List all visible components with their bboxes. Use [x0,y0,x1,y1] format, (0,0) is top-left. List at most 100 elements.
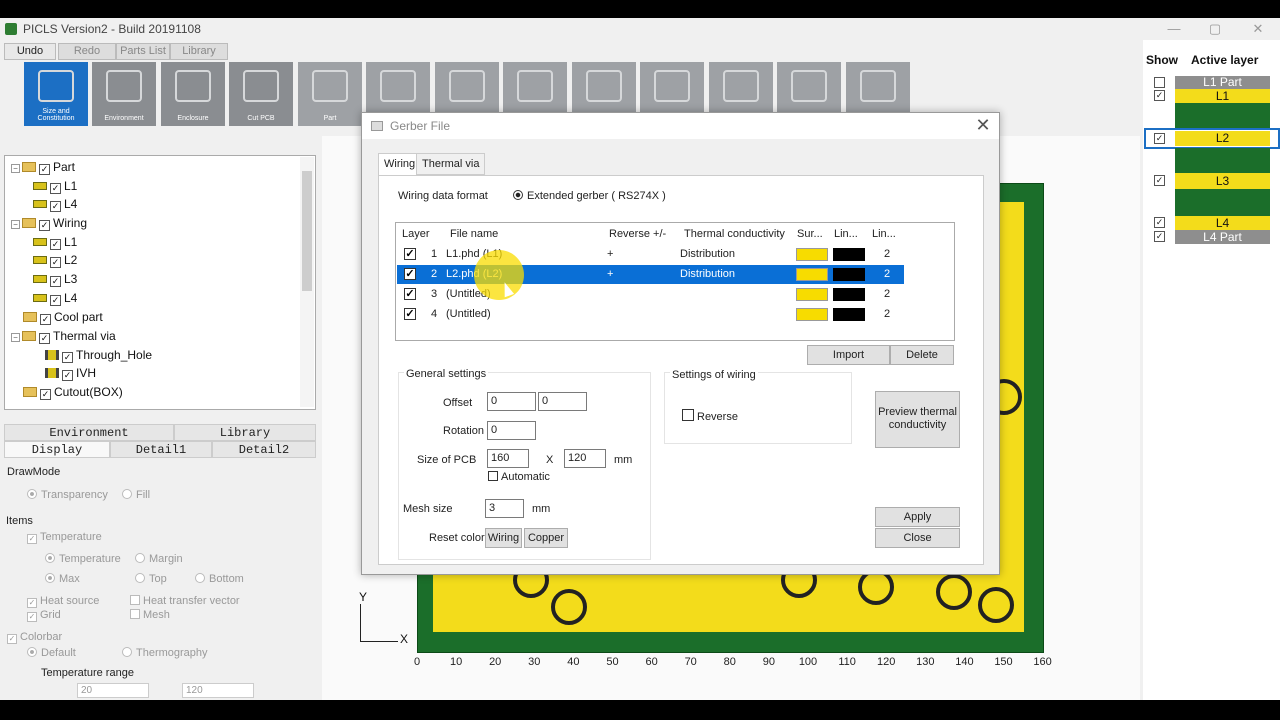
tab-wiring[interactable]: Wiring [378,153,422,176]
checkbox[interactable]: ✓ [50,295,61,306]
tree-item-part[interactable]: − ✓ Part [11,158,75,176]
reverse-checkbox[interactable]: Reverse [682,409,738,423]
surface-color-swatch[interactable] [796,268,828,281]
scrollbar-thumb[interactable] [302,171,312,291]
table-row[interactable]: ✓ 4 (Untitled) 2 [397,305,904,324]
checkbox[interactable]: ✓ [39,164,50,175]
row-checkbox[interactable]: ✓ [404,268,416,280]
row-checkbox[interactable]: ✓ [404,288,416,300]
show-checkbox-l4-part[interactable]: ✓ [1154,231,1165,242]
row-checkbox[interactable]: ✓ [404,308,416,320]
bottom-radio[interactable]: Bottom [195,573,244,585]
fill-radio[interactable]: Fill [122,489,150,501]
checkbox[interactable]: ✓ [50,183,61,194]
offset-x-input[interactable]: 0 [487,392,536,411]
close-button[interactable]: Close [875,528,960,548]
preview-thermal-button[interactable]: Preview thermal conductivity [875,391,960,448]
enclosure-tool[interactable]: Enclosure [161,62,225,126]
checkbox[interactable]: ✓ [40,389,51,400]
transparency-radio[interactable]: Transparency [27,489,108,501]
layer-l4-part[interactable]: L4 Part [1175,230,1270,244]
thermography-radio[interactable]: Thermography [122,647,208,659]
temperature-checkbox[interactable]: ✓ Temperature [27,531,102,544]
range-max-input[interactable]: 120 [182,683,254,698]
library-button[interactable]: Library [170,43,228,60]
tab-detail2[interactable]: Detail2 [212,441,316,458]
colorbar-checkbox[interactable]: ✓ Colorbar [7,631,62,644]
automatic-checkbox[interactable]: Automatic [488,471,550,483]
checkbox[interactable]: ✓ [39,333,50,344]
col-line-color[interactable]: Lin... [834,228,858,240]
tree-item-wiring-l3[interactable]: ✓ L3 [33,270,77,288]
extended-gerber-radio[interactable]: Extended gerber ( RS274X ) [513,190,666,202]
environment-tool[interactable]: Environment [92,62,156,126]
tree-item-wiring-l4[interactable]: ✓ L4 [33,289,77,307]
tree-item-cool-part[interactable]: ✓ Cool part [23,308,103,326]
range-min-input[interactable]: 20 [77,683,149,698]
close-icon[interactable]: ✕ [973,115,993,136]
margin-radio[interactable]: Margin [135,553,183,565]
checkbox[interactable]: ✓ [50,276,61,287]
heat-transfer-checkbox[interactable]: Heat transfer vector [130,595,240,607]
checkbox[interactable]: ✓ [50,239,61,250]
checkbox[interactable]: ✓ [62,370,73,381]
size-constitution-tool[interactable]: Size and Constitution [24,62,88,126]
tab-thermal-via[interactable]: Thermal via [416,153,486,175]
tab-detail1[interactable]: Detail1 [110,441,212,458]
tree-scrollbar[interactable] [300,157,314,407]
default-radio[interactable]: Default [27,647,76,659]
grid-checkbox[interactable]: ✓ Grid [27,609,61,622]
import-button[interactable]: Import [807,345,890,365]
cut-pcb-tool[interactable]: Cut PCB [229,62,293,126]
show-checkbox-l1-part[interactable] [1154,77,1165,88]
tree-item-thermal-via[interactable]: − ✓ Thermal via [11,327,116,345]
checkbox[interactable]: ✓ [50,257,61,268]
tree-item-wiring[interactable]: − ✓ Wiring [11,214,87,232]
collapse-icon[interactable]: − [11,220,20,229]
row-checkbox[interactable]: ✓ [404,248,416,260]
delete-button[interactable]: Delete [890,345,954,365]
line-color-swatch[interactable] [833,288,865,301]
tab-display[interactable]: Display [4,441,110,458]
table-row[interactable]: ✓ 3 (Untitled) 2 [397,285,904,304]
layer-l3[interactable]: L3 [1175,173,1270,189]
checkbox[interactable]: ✓ [39,220,50,231]
pcb-height-input[interactable]: 120 [564,449,606,468]
rotation-input[interactable]: 0 [487,421,536,440]
line-color-swatch[interactable] [833,308,865,321]
offset-y-input[interactable]: 0 [538,392,587,411]
parts-list-button[interactable]: Parts List [116,43,170,60]
show-checkbox-l4[interactable]: ✓ [1154,217,1165,228]
top-radio[interactable]: Top [135,573,167,585]
tab-environment[interactable]: Environment [4,424,174,441]
apply-button[interactable]: Apply [875,507,960,527]
col-surface[interactable]: Sur... [797,228,823,240]
layer-l4[interactable]: L4 [1175,216,1270,230]
tree-item-ivh[interactable]: ✓ IVH [45,364,96,382]
temperature-radio[interactable]: Temperature [45,553,121,565]
surface-color-swatch[interactable] [796,248,828,261]
col-reverse[interactable]: Reverse +/- [609,228,666,240]
tree-item-part-l1[interactable]: ✓ L1 [33,177,77,195]
line-color-swatch[interactable] [833,268,865,281]
heat-source-checkbox[interactable]: ✓ Heat source [27,595,99,608]
layer-l1-part[interactable]: L1 Part [1175,76,1270,89]
checkbox[interactable]: ✓ [40,314,51,325]
reset-copper-button[interactable]: Copper [524,528,568,548]
tree-item-wiring-l1[interactable]: ✓ L1 [33,233,77,251]
pcb-width-input[interactable]: 160 [487,449,529,468]
col-thermal[interactable]: Thermal conductivity [684,228,785,240]
collapse-icon[interactable]: − [11,164,20,173]
tab-library[interactable]: Library [174,424,316,441]
col-file-name[interactable]: File name [450,228,498,240]
undo-button[interactable]: Undo [4,43,56,60]
tree-item-through-hole[interactable]: ✓ Through_Hole [45,346,152,364]
reset-wiring-button[interactable]: Wiring [485,528,522,548]
table-row[interactable]: ✓ 1 L1.phd (L1) + Distribution 2 [397,245,904,264]
layer-l2[interactable]: L2 [1175,131,1270,146]
surface-color-swatch[interactable] [796,288,828,301]
surface-color-swatch[interactable] [796,308,828,321]
part-tool[interactable]: Part [298,62,362,126]
max-radio[interactable]: Max [45,573,80,585]
close-window-button[interactable]: ✕ [1238,18,1278,40]
